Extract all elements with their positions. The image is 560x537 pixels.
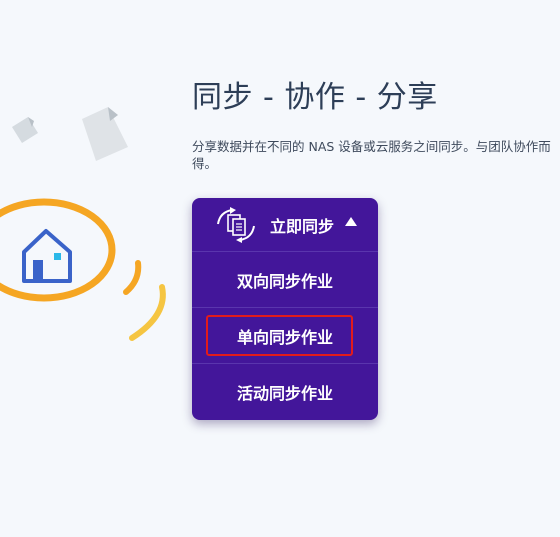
signal-waves-icon <box>123 260 166 341</box>
sync-dropdown-menu: 立即同步 双向同步作业 单向同步作业 活动同步作业 <box>192 198 378 420</box>
document-icon <box>12 117 38 143</box>
menu-item-two-way-sync[interactable]: 双向同步作业 <box>192 252 378 308</box>
page-description: 分享数据并在不同的 NAS 设备或云服务之间同步。与团队协作而得。 <box>192 139 551 171</box>
house-icon <box>22 229 72 283</box>
page-title: 同步 - 协作 - 分享 <box>192 80 438 115</box>
caret-up-icon <box>345 217 357 226</box>
highlight-box <box>206 315 353 356</box>
sync-now-label: 立即同步 <box>270 217 335 236</box>
orange-ring <box>0 198 116 302</box>
decorative-illustration <box>0 107 166 341</box>
sync-files-icon <box>217 207 255 243</box>
document-icon <box>82 107 128 161</box>
menu-item-active-sync[interactable]: 活动同步作业 <box>192 364 378 420</box>
sync-now-button[interactable]: 立即同步 <box>192 198 378 252</box>
